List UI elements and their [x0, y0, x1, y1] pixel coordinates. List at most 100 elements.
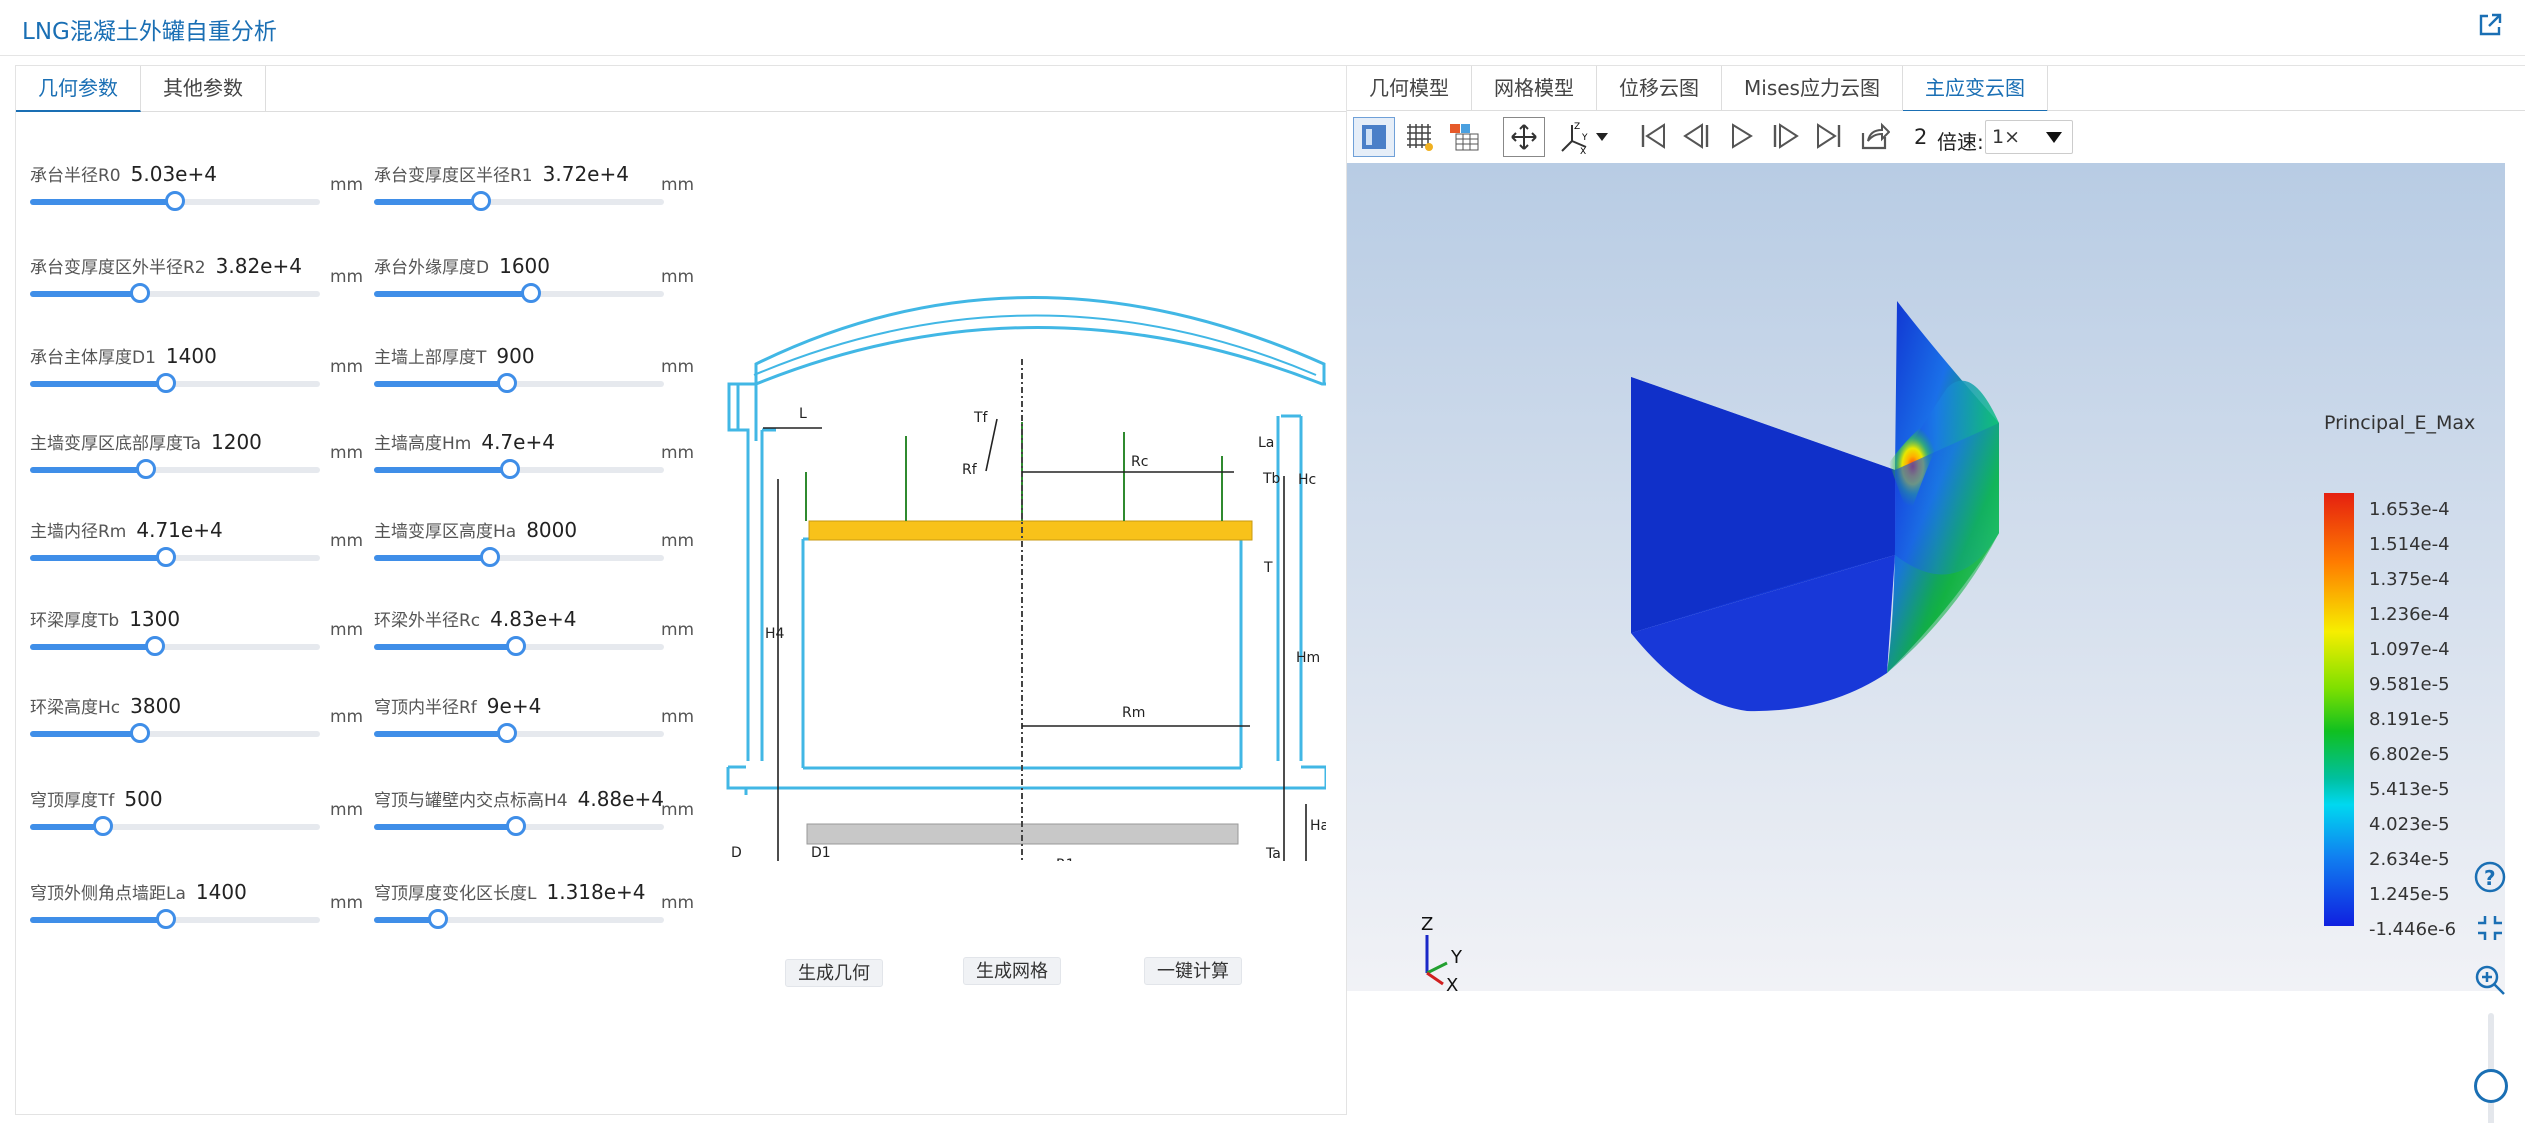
fit-view-button[interactable] — [1503, 117, 1545, 157]
generate-mesh-button[interactable]: 生成网格 — [963, 957, 1061, 985]
param-slider[interactable] — [374, 909, 664, 929]
param-value[interactable]: 500 — [124, 787, 162, 811]
last-frame-button[interactable] — [1809, 117, 1851, 157]
param-slider[interactable] — [374, 547, 664, 567]
collapse-fullscreen-icon[interactable] — [2474, 912, 2506, 944]
param-slider[interactable] — [30, 459, 320, 479]
param-slider[interactable] — [374, 816, 664, 836]
play-button[interactable] — [1721, 117, 1763, 157]
param-value[interactable]: 4.88e+4 — [578, 787, 664, 811]
zoom-slider-track[interactable] — [2488, 1013, 2494, 1123]
param-value[interactable]: 4.7e+4 — [481, 430, 555, 454]
dim-Hm: Hm — [1296, 650, 1320, 666]
export-button[interactable] — [1853, 117, 1895, 157]
param-7: 主墙变厚区底部厚度Ta 1200 mm — [30, 429, 370, 499]
param-value[interactable]: 1400 — [196, 880, 247, 904]
param-13: 环梁高度Hc 3800 mm — [30, 693, 370, 763]
param-slider[interactable] — [374, 636, 664, 656]
mesh-toggle-button[interactable] — [1399, 117, 1441, 157]
param-slider[interactable] — [30, 723, 320, 743]
param-value[interactable]: 4.71e+4 — [136, 518, 222, 542]
tab-other-params[interactable]: 其他参数 — [141, 66, 266, 112]
speed-select[interactable]: 1× — [1985, 120, 2073, 154]
slider-handle[interactable] — [506, 816, 527, 836]
one-click-calc-button[interactable]: 一键计算 — [1144, 957, 1242, 985]
slider-handle[interactable] — [471, 191, 492, 211]
slider-fill — [30, 917, 167, 923]
param-value[interactable]: 1600 — [499, 254, 550, 278]
param-value[interactable]: 3800 — [130, 694, 181, 718]
param-slider[interactable] — [30, 816, 320, 836]
prev-frame-button[interactable] — [1677, 117, 1719, 157]
param-value[interactable]: 1.318e+4 — [546, 880, 645, 904]
axis-view-dropdown[interactable]: ZYX — [1553, 117, 1615, 157]
tab-geometry-model[interactable]: 几何模型 — [1347, 66, 1472, 112]
slider-handle[interactable] — [520, 283, 541, 303]
param-label: 主墙上部厚度T 900 — [374, 344, 535, 368]
slider-handle[interactable] — [497, 723, 518, 743]
table-view-button[interactable] — [1443, 117, 1485, 157]
axis-label-z: Z — [1421, 915, 1433, 935]
param-value[interactable]: 1400 — [166, 344, 217, 368]
generate-geometry-button[interactable]: 生成几何 — [785, 959, 883, 987]
dim-D: D — [731, 845, 742, 861]
param-value[interactable]: 900 — [496, 344, 534, 368]
slider-handle[interactable] — [156, 909, 177, 929]
slider-handle[interactable] — [144, 636, 165, 656]
step-back-icon — [1683, 123, 1709, 149]
slider-handle[interactable] — [506, 636, 527, 656]
open-external-icon[interactable] — [2477, 12, 2503, 38]
param-value[interactable]: 5.03e+4 — [131, 162, 217, 186]
share-export-icon — [1861, 122, 1890, 150]
param-unit: mm — [661, 620, 695, 640]
param-4: 承台外缘厚度D 1600 mm — [374, 253, 714, 323]
param-slider[interactable] — [374, 191, 664, 211]
slider-handle[interactable] — [136, 459, 156, 479]
param-slider[interactable] — [30, 909, 320, 929]
param-value[interactable]: 9e+4 — [487, 694, 542, 718]
param-slider[interactable] — [30, 547, 320, 567]
param-value[interactable]: 8000 — [526, 518, 577, 542]
slider-handle[interactable] — [497, 373, 518, 393]
slider-handle[interactable] — [92, 816, 113, 836]
slider-handle[interactable] — [480, 547, 500, 567]
tab-mesh-model[interactable]: 网格模型 — [1472, 66, 1597, 112]
dim-D1: D1 — [811, 845, 831, 861]
tab-geometry-params[interactable]: 几何参数 — [16, 66, 141, 112]
param-slider[interactable] — [374, 283, 664, 303]
param-value[interactable]: 1300 — [129, 607, 180, 631]
slider-handle[interactable] — [156, 547, 177, 567]
param-slider[interactable] — [30, 373, 320, 393]
next-frame-button[interactable] — [1765, 117, 1807, 157]
param-unit: mm — [661, 531, 695, 551]
param-label: 主墙内径Rm 4.71e+4 — [30, 518, 223, 542]
param-slider[interactable] — [374, 459, 664, 479]
param-slider[interactable] — [30, 191, 320, 211]
slider-handle[interactable] — [427, 909, 448, 929]
slider-handle[interactable] — [130, 283, 151, 303]
slider-handle[interactable] — [500, 459, 521, 479]
dim-Tf: Tf — [973, 410, 989, 426]
param-slider[interactable] — [30, 636, 320, 656]
tab-principal-strain-contour[interactable]: 主应变云图 — [1902, 66, 2048, 112]
first-frame-button[interactable] — [1633, 117, 1675, 157]
legend-value: 4.023e-5 — [2369, 814, 2450, 835]
param-slider[interactable] — [30, 283, 320, 303]
help-icon[interactable]: ? — [2473, 860, 2507, 894]
header: LNG混凝土外罐自重分析 — [0, 0, 2525, 56]
param-value[interactable]: 4.83e+4 — [490, 607, 576, 631]
param-slider[interactable] — [374, 723, 664, 743]
tab-displacement-contour[interactable]: 位移云图 — [1597, 66, 1722, 112]
param-value[interactable]: 3.82e+4 — [216, 254, 302, 278]
slider-handle[interactable] — [165, 191, 185, 211]
slider-handle[interactable] — [130, 723, 151, 743]
3d-viewport[interactable]: Principal_E_Max 1.653e-4 1.514e-4 1.375e-4… — [1347, 163, 2505, 995]
tab-mises-contour[interactable]: Mises应力云图 — [1722, 66, 1903, 112]
view-mode-button[interactable] — [1353, 117, 1395, 157]
param-value[interactable]: 3.72e+4 — [543, 162, 629, 186]
zoom-slider-handle[interactable] — [2474, 1069, 2508, 1103]
slider-handle[interactable] — [156, 373, 177, 393]
param-value[interactable]: 1200 — [211, 430, 262, 454]
zoom-in-icon[interactable] — [2473, 963, 2507, 997]
param-slider[interactable] — [374, 373, 664, 393]
